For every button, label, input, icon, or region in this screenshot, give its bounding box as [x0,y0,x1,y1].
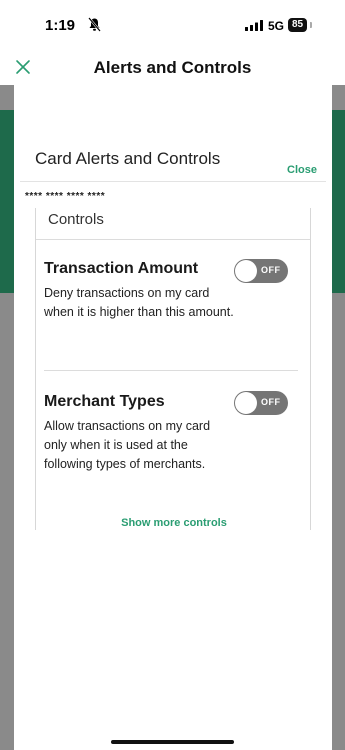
card-controls-sheet: Card Alerts and Controls Close **** ****… [14,85,332,750]
controls-panel: Controls Transaction Amount Deny transac… [35,208,311,530]
nav-bar: Alerts and Controls [0,50,345,85]
toggle-state-label: OFF [261,397,281,407]
divider [44,370,298,371]
control-description: Allow transactions on my card only when … [44,419,211,471]
card-number: **** **** **** **** [25,191,106,202]
show-more-controls-link[interactable]: Show more controls [36,517,312,529]
home-indicator [111,740,234,744]
transaction-amount-toggle[interactable]: OFF [234,259,288,283]
toggle-state-label: OFF [261,265,281,275]
control-description: Deny transactions on my card when it is … [44,286,234,319]
merchant-types-toggle[interactable]: OFF [234,391,288,415]
page-title: Alerts and Controls [93,58,252,77]
network-label: 5G [268,19,285,33]
divider [20,181,326,182]
toggle-knob [235,392,257,414]
sheet-title: Card Alerts and Controls [35,149,221,168]
controls-heading: Controls [48,211,104,228]
status-bar: 1:19 5G 85 [0,0,345,50]
bell-off-icon [88,17,101,32]
status-time: 1:19 [45,17,76,34]
battery-indicator: 85 [288,18,308,32]
toggle-knob [235,260,257,282]
divider [36,239,310,240]
battery-tip [310,22,312,28]
close-button[interactable]: Close [287,164,317,176]
signal-icon [245,20,263,31]
